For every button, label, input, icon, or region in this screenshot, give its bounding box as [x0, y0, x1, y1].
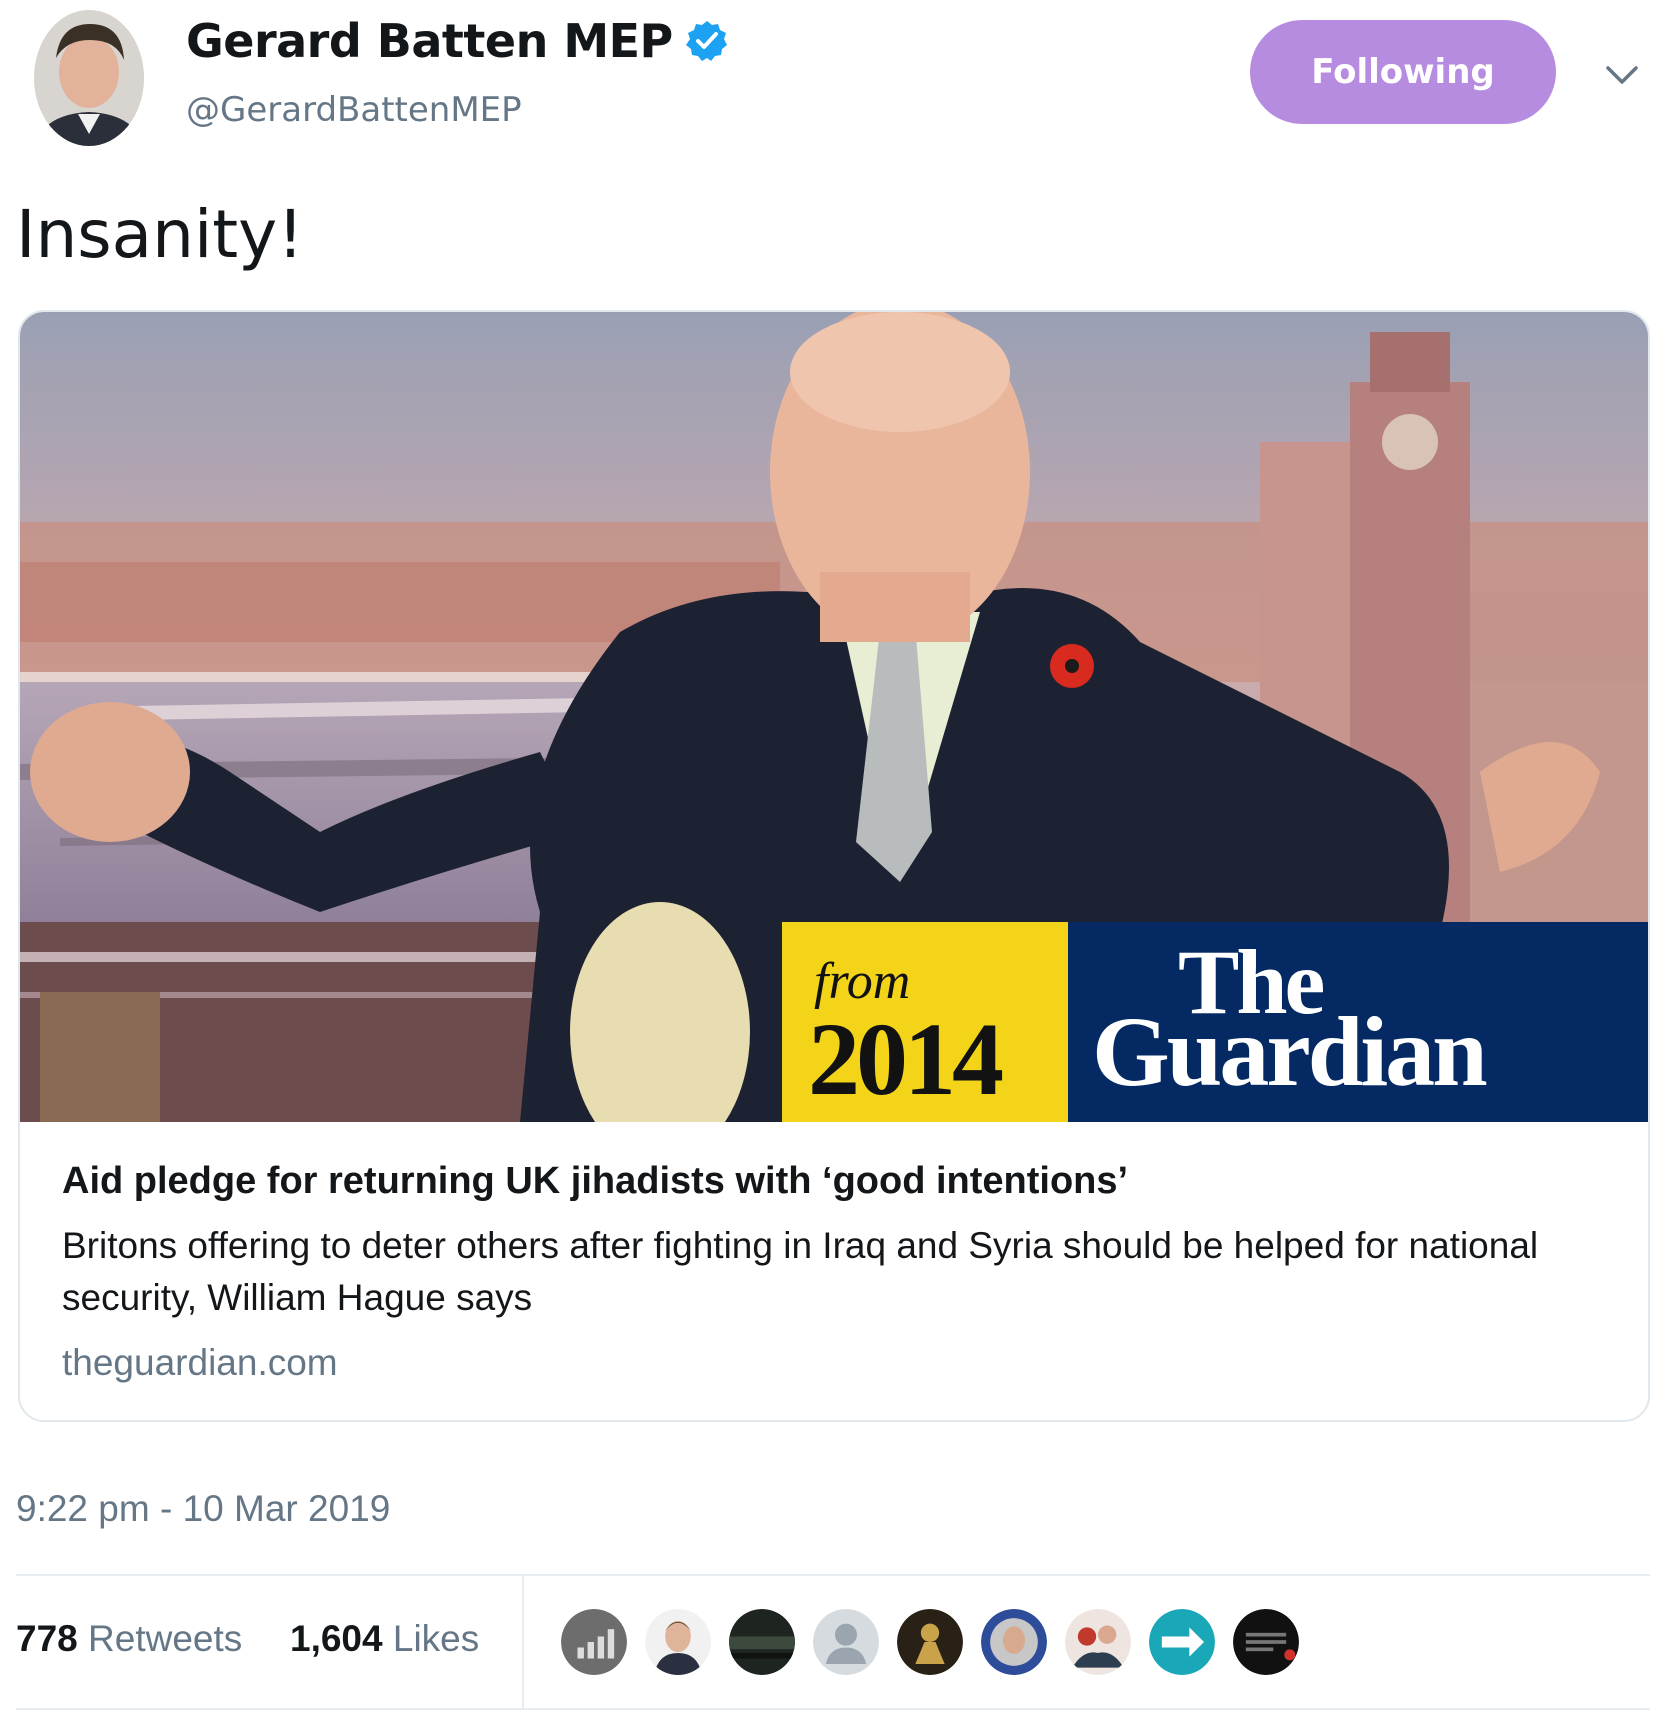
gold-figure-avatar-icon: [897, 1609, 963, 1675]
tweet-timestamp[interactable]: 9:22 pm - 10 Mar 2019: [16, 1488, 390, 1530]
liker-avatar[interactable]: [1230, 1606, 1302, 1678]
likes-count: 1,604: [290, 1618, 383, 1659]
author-avatar[interactable]: [34, 10, 144, 146]
arrow-logo-avatar-icon: [1149, 1609, 1215, 1675]
following-button[interactable]: Following: [1250, 20, 1556, 124]
card-image: from 2014 The Guardian: [20, 312, 1648, 1122]
retweets-count: 778: [16, 1618, 78, 1659]
divider: [16, 1708, 1650, 1710]
liker-avatar[interactable]: [978, 1606, 1050, 1678]
guardian-logo: The Guardian: [1068, 922, 1648, 1122]
chevron-down-icon[interactable]: [1602, 54, 1642, 94]
likes-stat[interactable]: 1,604 Likes: [290, 1618, 479, 1660]
liker-avatar[interactable]: [1146, 1606, 1218, 1678]
tweet-text: Insanity!: [16, 196, 304, 273]
liker-avatar[interactable]: [642, 1606, 714, 1678]
liker-avatar[interactable]: [726, 1606, 798, 1678]
liker-avatar[interactable]: [810, 1606, 882, 1678]
guardian-logo-name: Guardian: [1092, 996, 1488, 1107]
author-handle[interactable]: @GerardBattenMEP: [186, 90, 522, 130]
dark-text-avatar-icon: [1233, 1609, 1299, 1675]
year-stamp: from 2014: [782, 922, 1068, 1122]
dark-landscape-avatar-icon: [729, 1609, 795, 1675]
link-card[interactable]: from 2014 The Guardian Aid pledge for re…: [18, 310, 1650, 1422]
divider: [522, 1576, 524, 1708]
liker-avatar[interactable]: [894, 1606, 966, 1678]
person-avatar-icon: [645, 1609, 711, 1675]
card-title[interactable]: Aid pledge for returning UK jihadists wi…: [62, 1160, 1128, 1203]
likes-label: Likes: [392, 1618, 480, 1659]
divider: [16, 1574, 1650, 1576]
author-avatar-icon: [34, 10, 144, 146]
portrait-avatar-icon: [981, 1609, 1047, 1675]
group-avatar-icon: [1065, 1609, 1131, 1675]
chart-avatar-icon: [561, 1609, 627, 1675]
card-description: Britons offering to deter others after f…: [62, 1225, 1539, 1318]
verified-badge-icon: [685, 21, 727, 61]
retweets-label: Retweets: [88, 1618, 243, 1659]
retweets-stat[interactable]: 778 Retweets: [16, 1618, 242, 1660]
liker-avatar[interactable]: [1062, 1606, 1134, 1678]
author-name-row[interactable]: Gerard Batten MEP: [186, 14, 729, 68]
liker-avatar[interactable]: [558, 1606, 630, 1678]
card-domain[interactable]: theguardian.com: [62, 1342, 338, 1384]
author-display-name[interactable]: Gerard Batten MEP: [186, 14, 673, 68]
default-profile-avatar-icon: [813, 1609, 879, 1675]
stamp-year: 2014: [808, 1002, 1004, 1117]
